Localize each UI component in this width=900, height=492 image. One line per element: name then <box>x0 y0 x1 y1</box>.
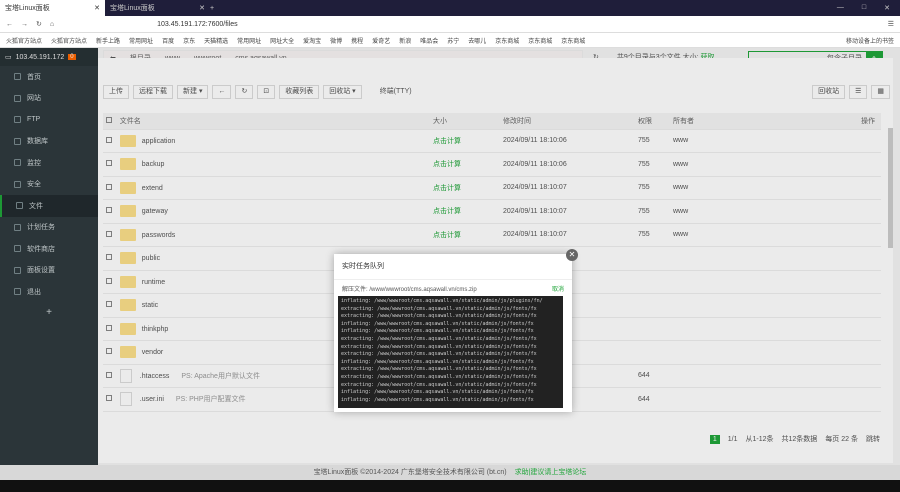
back-icon[interactable]: ← <box>6 21 13 28</box>
new-tab-icon[interactable]: + <box>210 5 214 12</box>
reload-icon[interactable]: ↻ <box>36 20 42 28</box>
home-icon[interactable]: ⌂ <box>50 21 54 28</box>
bookmark-item[interactable]: 去哪儿 <box>468 36 486 45</box>
bookmark-item[interactable]: 唯品会 <box>420 36 438 45</box>
browser-tab[interactable]: 宝塔Linux面板 ✕ <box>0 0 105 16</box>
log-line: inflating: /www/wwwroot/cms.aqsawall.vn/… <box>341 358 534 365</box>
modal-title: 实时任务队列 <box>334 254 572 280</box>
task-log: inflating: /www/wwwroot/cms.aqsawall.vn/… <box>338 296 563 408</box>
cancel-task-link[interactable]: 取消 <box>552 284 564 293</box>
bookmark-item[interactable]: 京东商城 <box>495 36 519 45</box>
bookmark-item[interactable]: 新手上路 <box>96 36 120 45</box>
video-controls-bar <box>0 480 900 492</box>
close-tab-icon[interactable]: ✕ <box>94 4 100 12</box>
log-line: extracting: /www/wwwroot/cms.aqsawall.vn… <box>341 381 537 388</box>
log-line: inflating: /www/wwwroot/cms.aqsawall.vn/… <box>341 320 534 327</box>
address-bar: ← → ↻ ⌂ 103.45.191.172:7600/files ☰ <box>0 16 900 33</box>
bookmark-item[interactable]: 爱淘宝 <box>303 36 321 45</box>
close-icon[interactable]: ✕ <box>566 249 578 261</box>
log-line: inflating: /www/wwwroot/cms.aqsawall.vn/… <box>341 389 534 396</box>
bookmark-item[interactable]: 爱奇艺 <box>372 36 390 45</box>
bookmark-item[interactable]: 常用网址 <box>237 36 261 45</box>
log-line: extracting: /www/wwwroot/cms.aqsawall.vn… <box>341 366 537 373</box>
close-tab-icon[interactable]: ✕ <box>199 4 205 12</box>
bookmark-item[interactable]: 苏宁 <box>447 36 459 45</box>
menu-icon[interactable]: ☰ <box>888 20 894 28</box>
url-input[interactable]: 103.45.191.172:7600/files <box>157 21 238 28</box>
log-line: extracting: /www/wwwroot/cms.aqsawall.vn… <box>341 313 537 320</box>
log-line: extracting: /www/wwwroot/cms.aqsawall.vn… <box>341 335 537 342</box>
log-line: extracting: /www/wwwroot/cms.aqsawall.vn… <box>341 373 537 380</box>
log-line: inflating: /www/wwwroot/cms.aqsawall.vn/… <box>341 298 543 304</box>
bookmark-item[interactable]: 网址大全 <box>270 36 294 45</box>
bookmark-item[interactable]: 常用网址 <box>129 36 153 45</box>
task-path: 解压文件: /www/wwwroot/cms.aqsawall.vn/cms.z… <box>342 287 477 293</box>
bookmark-item[interactable]: 京东 <box>183 36 195 45</box>
bookmark-item[interactable]: 火狐官方站点 <box>6 36 42 45</box>
bookmark-item[interactable]: 天猫精选 <box>204 36 228 45</box>
maximize-icon[interactable]: □ <box>862 4 866 12</box>
task-queue-modal: 实时任务队列 ✕ 解压文件: /www/wwwroot/cms.aqsawall… <box>334 249 578 412</box>
close-window-icon[interactable]: ✕ <box>884 4 890 12</box>
footer: 宝塔Linux面板 ©2014-2024 广东堡塔安全技术有限公司 (bt.cn… <box>0 465 900 480</box>
log-line: extracting: /www/wwwroot/cms.aqsawall.vn… <box>341 305 537 312</box>
bookmark-item[interactable]: 百度 <box>162 36 174 45</box>
bookmark-item[interactable]: 京东商城 <box>528 36 552 45</box>
forum-link[interactable]: 求助|建议请上宝塔论坛 <box>515 469 587 476</box>
bookmarks-bar: 火狐官方站点 火狐官方站点 新手上路 常用网址 百度 京东 天猫精选 常用网址 网址大全 爱淘宝微… <box>0 33 900 48</box>
log-line: inflating: /www/wwwroot/cms.aqsawall.vn/… <box>341 328 534 335</box>
bookmark-item[interactable]: 微博 <box>330 36 342 45</box>
bookmark-item[interactable]: 携程 <box>351 36 363 45</box>
bookmark-folder[interactable]: 移动设备上的书签 <box>846 36 894 45</box>
browser-tab[interactable]: 宝塔Linux面板 ✕ <box>105 0 210 16</box>
bookmark-item[interactable]: 新浪 <box>399 36 411 45</box>
bookmark-item[interactable]: 火狐官方站点 <box>51 36 87 45</box>
log-line: extracting: /www/wwwroot/cms.aqsawall.vn… <box>341 351 537 358</box>
bookmark-item[interactable]: 京东商城 <box>561 36 585 45</box>
browser-tabbar: 宝塔Linux面板 ✕ 宝塔Linux面板 ✕ + — □ ✕ <box>0 0 900 16</box>
log-line: extracting: /www/wwwroot/cms.aqsawall.vn… <box>341 343 537 350</box>
copyright: 宝塔Linux面板 ©2014-2024 广东堡塔安全技术有限公司 (bt.cn… <box>313 469 507 476</box>
forward-icon[interactable]: → <box>21 21 28 28</box>
minimize-icon[interactable]: — <box>837 4 844 12</box>
log-line: inflating: /www/wwwroot/cms.aqsawall.vn/… <box>341 396 534 403</box>
